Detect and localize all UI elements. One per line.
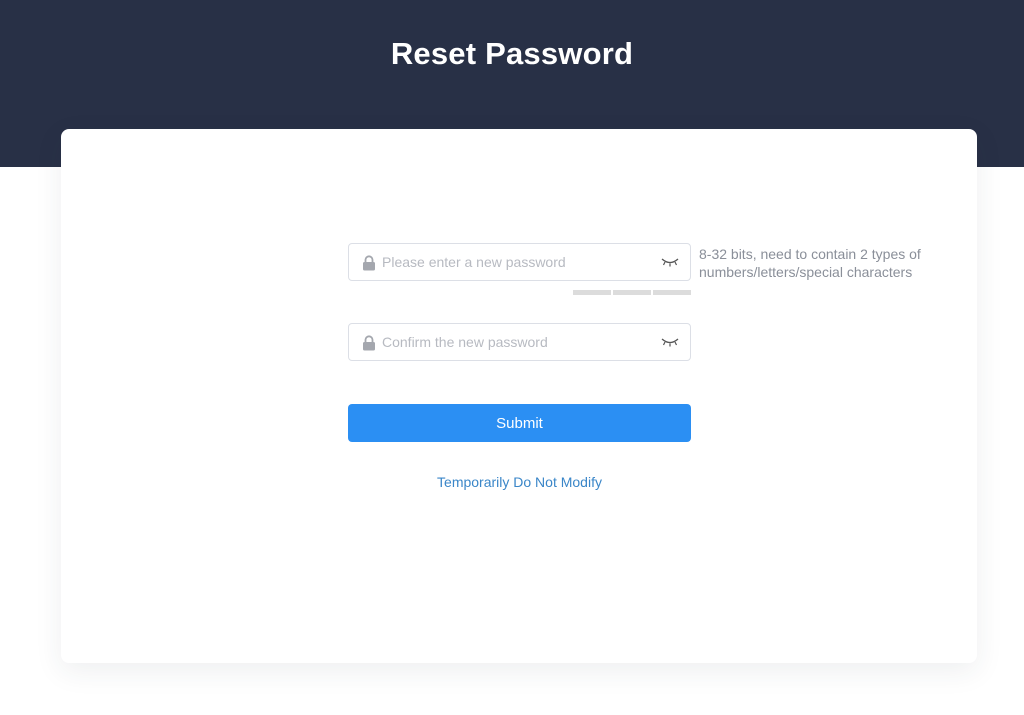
reset-password-card [61,129,977,663]
new-password-input[interactable] [382,244,652,280]
new-password-field[interactable] [348,243,691,281]
strength-segment-1 [573,290,611,295]
confirm-password-field[interactable] [348,323,691,361]
eye-closed-icon[interactable] [661,256,679,268]
strength-segment-2 [613,290,651,295]
lock-icon [363,255,375,271]
password-hint: 8-32 bits, need to contain 2 types of nu… [699,246,921,280]
eye-closed-icon[interactable] [661,336,679,348]
submit-button[interactable]: Submit [348,404,691,442]
skip-modify-link[interactable]: Temporarily Do Not Modify [348,474,691,490]
confirm-password-input[interactable] [382,324,652,360]
page-title: Reset Password [390,36,634,71]
strength-segment-3 [653,290,691,295]
lock-icon [363,335,375,351]
